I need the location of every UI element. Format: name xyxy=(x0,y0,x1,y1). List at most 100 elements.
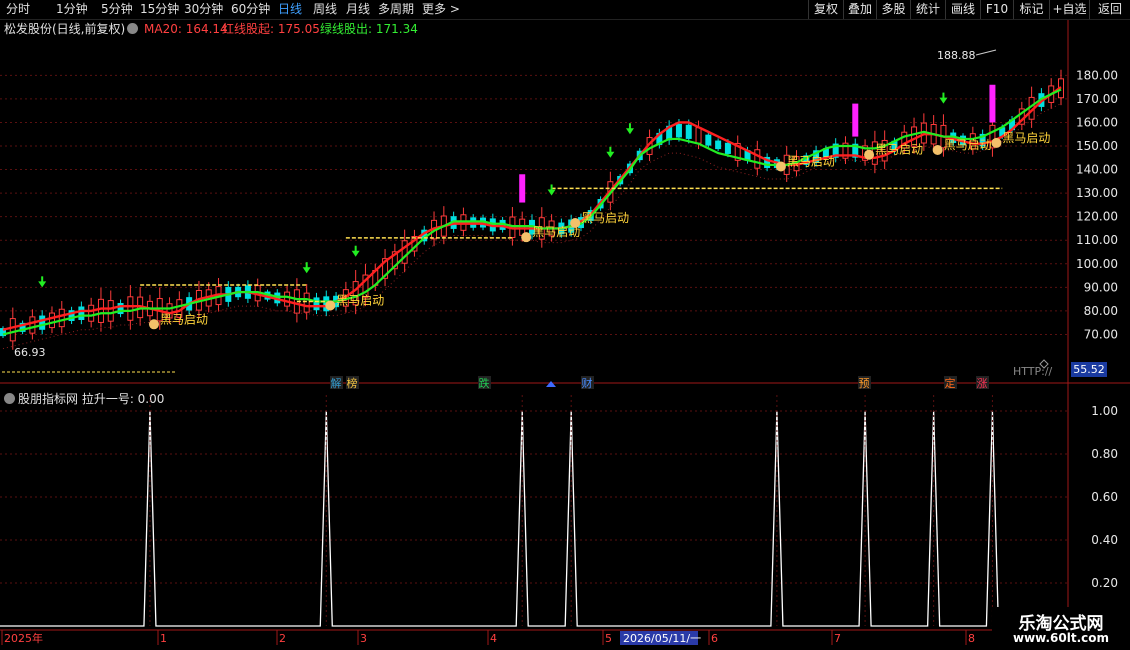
sub-settings-toggle-icon[interactable] xyxy=(4,393,15,404)
watermark: 乐淘公式网 www.60lt.com xyxy=(992,607,1130,650)
f10-button[interactable]: F10 xyxy=(980,0,1013,19)
draw-line-button[interactable]: 画线 xyxy=(945,0,980,19)
tab-30min[interactable]: 30分钟 xyxy=(184,1,223,18)
signal-label: 黑马启动 xyxy=(944,138,992,152)
candle-body xyxy=(744,150,751,161)
candle-body xyxy=(97,298,104,323)
candle-body xyxy=(1018,108,1025,125)
candle-body xyxy=(852,143,859,158)
candle-body xyxy=(342,289,349,307)
event-tag-box xyxy=(976,376,989,389)
mark-button[interactable]: 标记 xyxy=(1013,0,1049,19)
event-tag-box xyxy=(346,376,359,389)
signal-label: 黑马启动 xyxy=(336,293,384,307)
candle-body xyxy=(764,156,771,169)
candle-body xyxy=(519,218,526,236)
candle-body xyxy=(666,125,673,141)
candle-body xyxy=(264,291,271,300)
helper-ma-line xyxy=(2,103,1062,350)
price-tick-label: 100.00 xyxy=(1076,257,1118,271)
price-tick-label: 120.00 xyxy=(1076,210,1118,224)
candle-body xyxy=(999,127,1006,137)
event-tag: 跌 xyxy=(479,376,490,390)
candle-body xyxy=(548,220,555,237)
candle-body xyxy=(39,315,46,330)
date-label: 2025年 xyxy=(4,631,43,645)
candle-body xyxy=(215,286,222,306)
candle-body xyxy=(68,310,75,321)
candle-body xyxy=(293,289,300,314)
candle-body xyxy=(460,214,467,231)
event-tag-box xyxy=(330,376,343,389)
candle-body xyxy=(842,142,849,159)
candle-body xyxy=(29,316,36,334)
tab-60min[interactable]: 60分钟 xyxy=(231,1,270,18)
multi-stock-button[interactable]: 多股 xyxy=(876,0,910,19)
hand-pointer-icon xyxy=(991,137,1002,148)
candle-body xyxy=(205,289,212,307)
candle-body xyxy=(656,132,663,145)
back-button[interactable]: 返回 xyxy=(1089,0,1130,19)
event-tag: 榜 xyxy=(347,376,358,390)
price-tick-label: 130.00 xyxy=(1076,186,1118,200)
candle-body xyxy=(176,299,183,318)
price-tick-label: 90.00 xyxy=(1084,280,1118,294)
candle-body xyxy=(960,135,967,145)
candle-body xyxy=(166,303,173,319)
red-line-value: 红线股起: 175.05 xyxy=(222,22,320,36)
candle-body xyxy=(195,289,202,311)
candle-body xyxy=(450,216,457,229)
hand-pointer-icon xyxy=(148,319,159,330)
candle-body xyxy=(225,286,232,302)
candle-body xyxy=(969,133,976,150)
sell-arrow-icon xyxy=(625,128,634,135)
candle-body xyxy=(724,142,731,154)
tab-multi-period[interactable]: 多周期 xyxy=(378,1,414,18)
date-label: 1 xyxy=(160,632,167,645)
candle-body xyxy=(822,148,829,158)
sell-arrow-icon xyxy=(351,250,360,257)
candle-body xyxy=(911,126,918,147)
candle-body xyxy=(920,122,927,144)
stats-button[interactable]: 统计 xyxy=(910,0,945,19)
tab-15min[interactable]: 15分钟 xyxy=(140,1,179,18)
event-tag: 解 xyxy=(331,376,342,390)
candle-body xyxy=(675,123,682,138)
sub-tick-label: 1.00 xyxy=(1091,404,1118,418)
candle-body xyxy=(440,215,447,237)
date-label: 4 xyxy=(490,632,497,645)
tab-5min[interactable]: 5分钟 xyxy=(101,1,133,18)
event-tag: 定 xyxy=(945,376,956,390)
date-label: 2 xyxy=(279,632,286,645)
tab-more[interactable]: 更多 > xyxy=(422,1,460,18)
candle-body xyxy=(333,295,340,308)
hand-pointer-icon xyxy=(864,149,875,160)
candle-body xyxy=(685,124,692,139)
ma20-value: MA20: 164.14 xyxy=(144,22,228,36)
candle-body xyxy=(303,292,310,313)
hand-pointer-icon xyxy=(775,161,786,172)
tab-weekly[interactable]: 周线 xyxy=(313,1,337,18)
sub-indicator-series xyxy=(0,410,1068,627)
candle-body xyxy=(1028,96,1035,120)
watermark-url: www.60lt.com xyxy=(1012,631,1110,645)
stock-chart: 180.00170.00160.00150.00140.00130.00120.… xyxy=(0,20,1130,645)
tab-1min[interactable]: 1分钟 xyxy=(56,1,88,18)
tab-monthly[interactable]: 月线 xyxy=(346,1,370,18)
overlay-button[interactable]: 叠加 xyxy=(843,0,876,19)
price-tick-label: 80.00 xyxy=(1084,304,1118,318)
tab-fenshi[interactable]: 分时 xyxy=(6,1,30,18)
sub-tick-label: 0.60 xyxy=(1091,490,1118,504)
candle-body xyxy=(489,218,496,232)
adjust-button[interactable]: 复权 xyxy=(808,0,843,19)
tab-daily[interactable]: 日线 xyxy=(278,1,302,18)
candle-body xyxy=(19,322,26,332)
candle-body xyxy=(538,217,545,240)
settings-toggle-icon[interactable] xyxy=(127,23,138,34)
candle-body xyxy=(411,235,418,252)
add-favorite-button[interactable]: +自选 xyxy=(1049,0,1089,19)
candle-body xyxy=(499,219,506,230)
candle-body xyxy=(480,217,487,228)
candle-body xyxy=(832,143,839,158)
price-tick-label: 150.00 xyxy=(1076,139,1118,153)
